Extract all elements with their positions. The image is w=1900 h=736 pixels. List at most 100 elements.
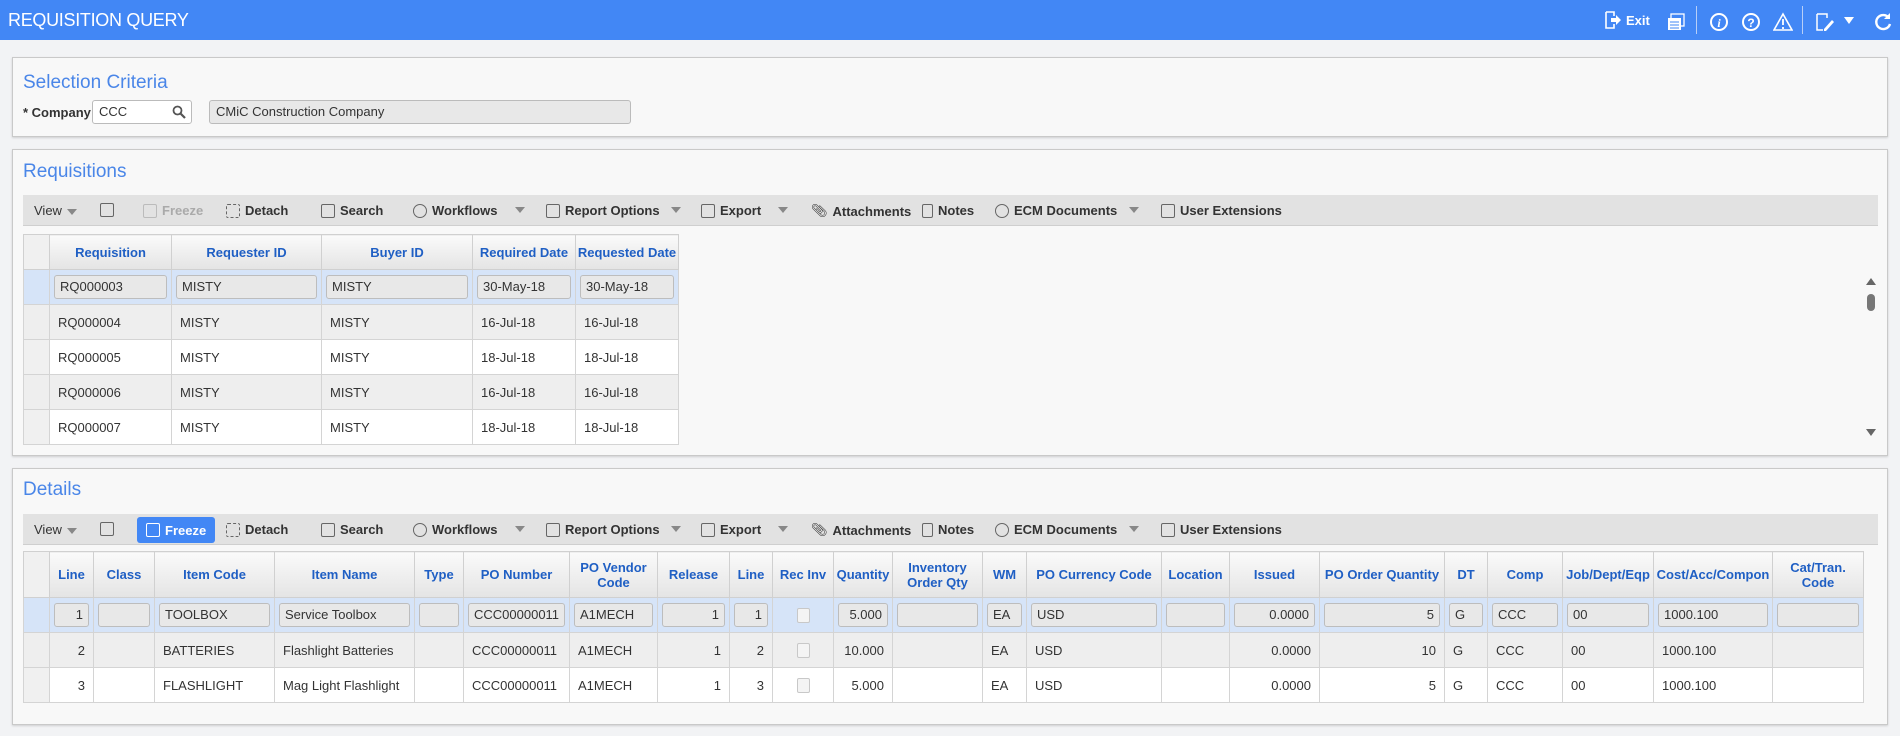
column-header[interactable]: Requisition [49, 234, 172, 270]
table-cell[interactable]: 30-May-18 [472, 269, 576, 305]
cell-input[interactable] [98, 603, 150, 627]
cell-input[interactable]: 1000.100 [1658, 603, 1768, 627]
table-cell[interactable]: RQ000003 [49, 269, 172, 305]
table-cell[interactable]: Service Toolbox [274, 597, 415, 633]
report-options-button[interactable]: Report Options [546, 522, 660, 537]
company-input[interactable]: CCC [92, 100, 192, 124]
info-icon[interactable]: i [1709, 10, 1729, 34]
column-header[interactable]: Inventory Order Qty [892, 551, 983, 598]
column-header[interactable]: Cat/Tran. Code [1772, 551, 1864, 598]
warning-icon[interactable] [1773, 10, 1793, 34]
cell-input[interactable]: CCC00000011 [468, 603, 565, 627]
table-cell[interactable]: TOOLBOX [154, 597, 275, 633]
workflows-button[interactable]: Workflows [413, 203, 498, 218]
cell-input[interactable]: G [1449, 603, 1483, 627]
attachments-button[interactable]: 📎︎ Attachments [811, 522, 911, 538]
cell-input[interactable]: 1 [662, 603, 725, 627]
cell-input[interactable]: TOOLBOX [159, 603, 270, 627]
workflows-dropdown-icon[interactable] [515, 207, 525, 213]
cell-input[interactable]: 00 [1567, 603, 1649, 627]
cell-input[interactable]: 5.000 [838, 603, 888, 627]
table-cell[interactable]: 30-May-18 [575, 269, 679, 305]
cell-input[interactable]: RQ000003 [54, 275, 167, 299]
filter-icon[interactable] [100, 203, 114, 217]
cell-input[interactable]: USD [1031, 603, 1157, 627]
detach-button[interactable]: Detach [226, 522, 288, 537]
column-header[interactable]: Item Code [154, 551, 275, 598]
search-icon[interactable] [172, 105, 186, 119]
row-selector[interactable] [23, 632, 50, 668]
exit-button[interactable]: Exit [1604, 8, 1650, 32]
table-cell[interactable] [892, 597, 983, 633]
row-selector[interactable] [23, 304, 50, 340]
column-header[interactable]: PO Currency Code [1026, 551, 1162, 598]
column-header[interactable]: Rec Inv [772, 551, 834, 598]
row-selector[interactable] [23, 667, 50, 703]
row-selector[interactable] [23, 269, 50, 305]
column-header[interactable]: Cost/Acc/Compon [1653, 551, 1773, 598]
report-options-dropdown-icon[interactable] [671, 526, 681, 532]
table-cell[interactable]: 1 [729, 597, 773, 633]
table-cell[interactable]: 1000.100 [1653, 597, 1773, 633]
rec-inv-checkbox[interactable] [796, 643, 810, 659]
dropdown-icon[interactable] [1844, 17, 1854, 24]
cell-input[interactable]: 1 [54, 603, 89, 627]
table-row[interactable]: 1 TOOLBOX Service Toolbox CCC00000011 A1MECH… [23, 597, 1864, 633]
report-options-button[interactable]: Report Options [546, 203, 660, 218]
column-header[interactable]: PO Number [463, 551, 570, 598]
cell-input[interactable]: 30-May-18 [580, 275, 674, 299]
view-menu[interactable]: View [34, 522, 77, 537]
column-header[interactable]: Line [49, 551, 94, 598]
cell-input[interactable]: 5 [1324, 603, 1440, 627]
table-cell[interactable]: 1 [657, 597, 730, 633]
rec-inv-checkbox[interactable] [796, 678, 810, 694]
cell-input[interactable]: 30-May-18 [477, 275, 571, 299]
ecm-dropdown-icon[interactable] [1129, 526, 1139, 532]
column-header[interactable]: DT [1444, 551, 1488, 598]
detach-button[interactable]: Detach [226, 203, 288, 218]
table-cell[interactable]: 00 [1562, 597, 1654, 633]
table-cell[interactable]: MISTY [171, 269, 322, 305]
row-selector[interactable] [23, 374, 50, 410]
column-header[interactable]: Line [729, 551, 773, 598]
cell-input[interactable] [897, 603, 978, 627]
table-cell[interactable] [93, 597, 155, 633]
cell-input[interactable]: MISTY [176, 275, 317, 299]
cell-input[interactable]: Service Toolbox [279, 603, 410, 627]
table-cell[interactable]: USD [1026, 597, 1162, 633]
column-header[interactable]: Issued [1229, 551, 1320, 598]
print-icon[interactable] [1667, 10, 1685, 34]
export-dropdown-icon[interactable] [778, 526, 788, 532]
row-selector[interactable] [23, 409, 50, 445]
export-dropdown-icon[interactable] [778, 207, 788, 213]
column-header[interactable]: Type [414, 551, 464, 598]
cell-input[interactable]: 0.0000 [1234, 603, 1315, 627]
table-cell[interactable]: EA [982, 597, 1027, 633]
user-extensions-button[interactable]: User Extensions [1161, 203, 1282, 218]
edit-icon[interactable] [1815, 10, 1835, 34]
table-row[interactable]: RQ000004 MISTY MISTY 16-Jul-18 16-Jul-18 [23, 304, 679, 340]
table-row[interactable]: RQ000005 MISTY MISTY 18-Jul-18 18-Jul-18 [23, 339, 679, 375]
table-cell[interactable] [1161, 597, 1230, 633]
column-header[interactable]: Requested Date [575, 234, 679, 270]
notes-button[interactable]: Notes [922, 522, 974, 537]
row-selector[interactable] [23, 597, 50, 633]
table-row[interactable]: RQ000007 MISTY MISTY 18-Jul-18 18-Jul-18 [23, 409, 679, 445]
column-header[interactable]: WM [982, 551, 1027, 598]
table-row[interactable]: RQ000003 MISTY MISTY 30-May-18 30-May-18 [23, 269, 679, 305]
column-header[interactable]: Comp [1487, 551, 1563, 598]
notes-button[interactable]: Notes [922, 203, 974, 218]
cell-input[interactable]: CCC [1492, 603, 1558, 627]
table-cell[interactable] [772, 597, 834, 633]
table-cell[interactable]: MISTY [321, 269, 473, 305]
cell-input[interactable]: MISTY [326, 275, 468, 299]
column-header[interactable]: Job/Dept/Eqp [1562, 551, 1654, 598]
table-cell[interactable]: G [1444, 597, 1488, 633]
table-row[interactable]: RQ000006 MISTY MISTY 16-Jul-18 16-Jul-18 [23, 374, 679, 410]
export-button[interactable]: Export [701, 203, 761, 218]
row-selector[interactable] [23, 339, 50, 375]
table-cell[interactable]: 1 [49, 597, 94, 633]
ecm-documents-button[interactable]: ECM Documents [995, 522, 1117, 537]
table-cell[interactable] [414, 597, 464, 633]
column-header[interactable]: Quantity [833, 551, 893, 598]
